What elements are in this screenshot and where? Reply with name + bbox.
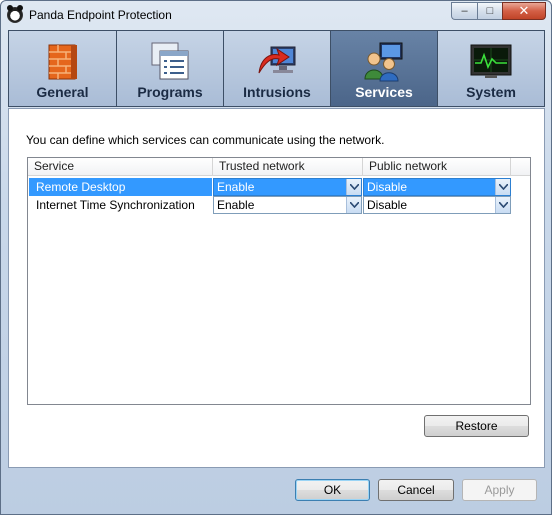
close-button[interactable]: ✕ bbox=[502, 2, 546, 20]
tab-intrusions[interactable]: Intrusions bbox=[223, 30, 331, 107]
public-value: Disable bbox=[367, 198, 408, 212]
column-header-public[interactable]: Public network bbox=[363, 158, 511, 176]
title-bar[interactable]: Panda Endpoint Protection – □ ✕ bbox=[1, 1, 551, 29]
chevron-down-icon bbox=[495, 179, 510, 195]
services-table[interactable]: Service Trusted network Public network R… bbox=[27, 157, 531, 405]
programs-list-icon bbox=[151, 42, 189, 80]
table-row[interactable]: Remote Desktop Enable Disable bbox=[28, 178, 530, 196]
chevron-down-icon bbox=[495, 197, 510, 213]
column-header-service[interactable]: Service bbox=[28, 158, 213, 176]
tab-intrusions-label: Intrusions bbox=[243, 84, 311, 100]
chevron-down-icon bbox=[346, 197, 361, 213]
service-name: Remote Desktop bbox=[29, 178, 212, 196]
service-name: Internet Time Synchronization bbox=[36, 198, 195, 212]
app-window: Panda Endpoint Protection – □ ✕ General … bbox=[0, 0, 552, 515]
instructions-text: You can define which services can commun… bbox=[26, 133, 385, 147]
public-value: Disable bbox=[367, 180, 408, 194]
ok-button[interactable]: OK bbox=[295, 479, 370, 501]
trusted-value: Enable bbox=[217, 198, 255, 212]
tab-system[interactable]: System bbox=[437, 30, 545, 107]
close-icon: ✕ bbox=[518, 3, 530, 18]
tab-general[interactable]: General bbox=[8, 30, 117, 107]
cancel-button[interactable]: Cancel bbox=[378, 479, 454, 501]
tab-general-label: General bbox=[36, 84, 89, 100]
table-header: Service Trusted network Public network bbox=[28, 158, 530, 176]
tab-programs[interactable]: Programs bbox=[116, 30, 224, 107]
trusted-network-dropdown[interactable]: Enable bbox=[213, 178, 362, 196]
public-network-dropdown[interactable]: Disable bbox=[363, 196, 511, 214]
firewall-brick-icon bbox=[48, 44, 77, 80]
tab-bar: General Programs Intrusions Services Sys… bbox=[8, 30, 545, 108]
caption-buttons: – □ ✕ bbox=[451, 2, 546, 20]
system-monitor-icon bbox=[470, 44, 512, 78]
trusted-network-dropdown[interactable]: Enable bbox=[213, 196, 362, 214]
apply-button[interactable]: Apply bbox=[462, 479, 537, 501]
tab-programs-label: Programs bbox=[137, 84, 203, 100]
chevron-down-icon bbox=[346, 179, 361, 195]
table-row[interactable]: Internet Time Synchronization Enable Dis… bbox=[28, 196, 530, 214]
tab-system-label: System bbox=[466, 84, 516, 100]
services-users-icon bbox=[364, 42, 403, 82]
services-panel: You can define which services can commun… bbox=[8, 108, 545, 468]
tab-services-label: Services bbox=[355, 84, 413, 100]
column-header-trusted[interactable]: Trusted network bbox=[213, 158, 363, 176]
minimize-icon: – bbox=[461, 5, 468, 17]
minimize-button[interactable]: – bbox=[451, 2, 477, 20]
window-title: Panda Endpoint Protection bbox=[29, 8, 172, 22]
public-network-dropdown[interactable]: Disable bbox=[363, 178, 511, 196]
tab-services[interactable]: Services bbox=[330, 30, 438, 107]
panda-icon bbox=[7, 5, 23, 23]
maximize-button[interactable]: □ bbox=[477, 2, 502, 20]
trusted-value: Enable bbox=[217, 180, 255, 194]
restore-button[interactable]: Restore bbox=[424, 415, 529, 437]
intrusion-arrow-icon bbox=[258, 46, 296, 74]
maximize-icon: □ bbox=[486, 5, 494, 17]
